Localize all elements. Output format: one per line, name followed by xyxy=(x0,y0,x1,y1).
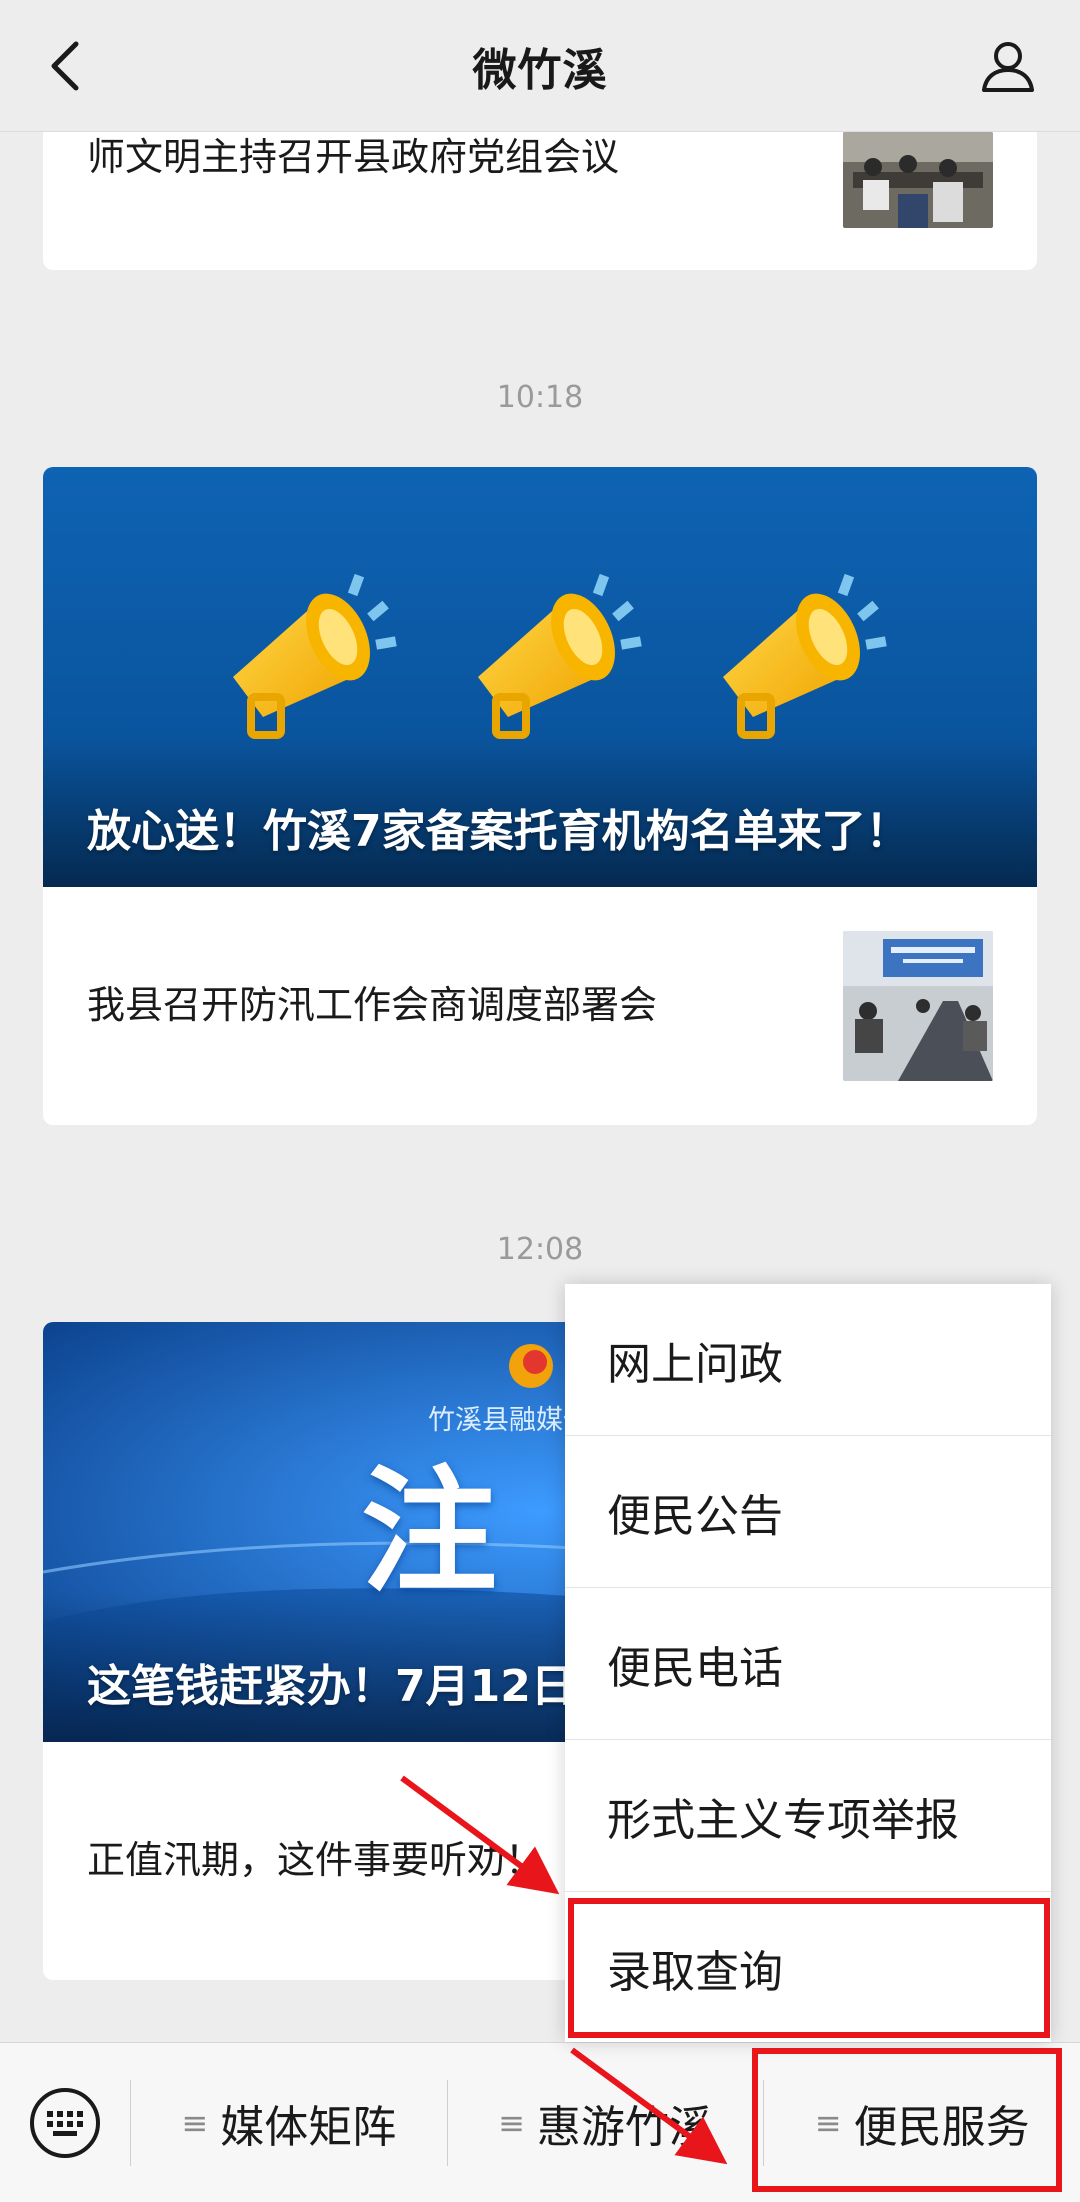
menu-tourism[interactable]: ≡ 惠游竹溪 xyxy=(448,2043,764,2202)
message-timestamp: 10:18 xyxy=(496,380,584,415)
menu-label: 媒体矩阵 xyxy=(220,2101,397,2153)
keyboard-toggle[interactable] xyxy=(0,2043,130,2202)
article-thumbnail xyxy=(843,132,993,228)
keyboard-icon xyxy=(30,2087,100,2158)
media-logo-icon xyxy=(509,1344,553,1388)
article-card[interactable]: 放心送！竹溪7家备案托育机构名单来了！ 我县召开防汛工作会商调度部署会 xyxy=(43,467,1037,1125)
menu-media-matrix[interactable]: ≡ 媒体矩阵 xyxy=(131,2043,447,2202)
page-title: 微竹溪 xyxy=(472,44,608,96)
menu-item-public-phone[interactable]: 便民电话 xyxy=(565,1588,1051,1740)
menu-lines-icon: ≡ xyxy=(181,2103,209,2142)
menu-item-online-inquiry[interactable]: 网上问政 xyxy=(565,1284,1051,1436)
message-timestamp: 12:08 xyxy=(496,1232,584,1267)
menu-item-public-notice[interactable]: 便民公告 xyxy=(565,1436,1051,1588)
article-row[interactable]: 我县召开防汛工作会商调度部署会 xyxy=(43,887,1037,1125)
cover-title: 放心送！竹溪7家备案托育机构名单来了！ xyxy=(87,806,910,857)
menu-item-formalism-report[interactable]: 形式主义专项举报 xyxy=(565,1740,1051,1892)
article-title: 师文明主持召开县政府党组会议 xyxy=(87,135,620,179)
highlight-box-admission-query xyxy=(568,1898,1050,2038)
back-arrow-icon[interactable] xyxy=(38,36,98,96)
menu-lines-icon: ≡ xyxy=(498,2103,525,2142)
nav-header: 微竹溪 xyxy=(0,0,1080,132)
article-cover[interactable]: 放心送！竹溪7家备案托育机构名单来了！ xyxy=(43,467,1037,887)
highlight-box-public-service xyxy=(752,2048,1062,2192)
article-title: 我县召开防汛工作会商调度部署会 xyxy=(87,983,658,1028)
article-card[interactable]: 师文明主持召开县政府党组会议 xyxy=(43,132,1037,270)
article-thumbnail xyxy=(843,931,993,1081)
cover-big-character: 注 xyxy=(361,1454,497,1612)
menu-label: 惠游竹溪 xyxy=(536,2101,713,2153)
user-profile-icon[interactable] xyxy=(976,34,1040,98)
